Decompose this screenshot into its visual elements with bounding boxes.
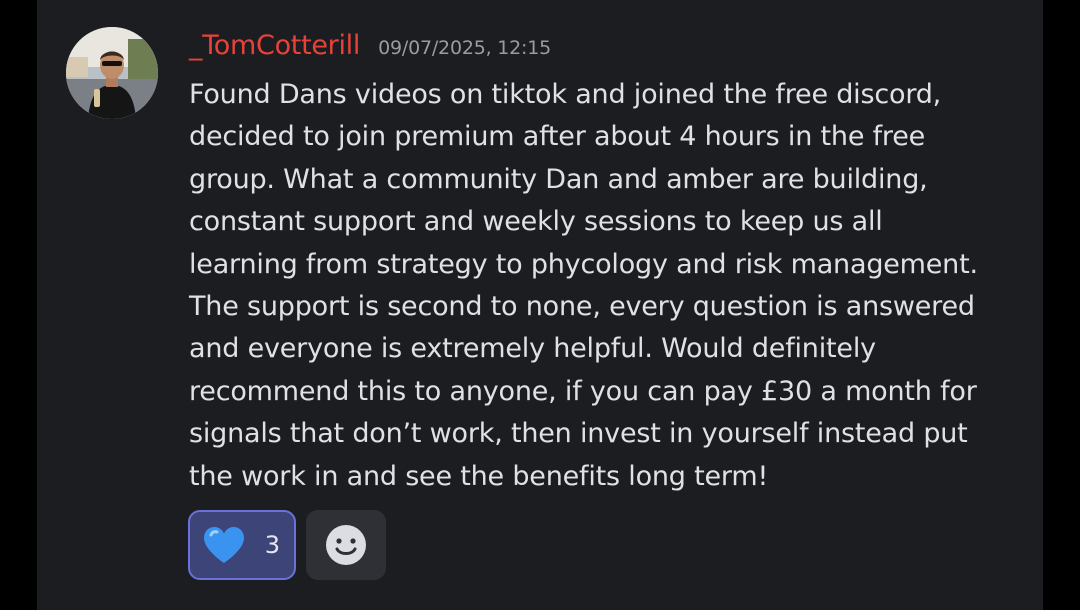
message-line: group. What a community Dan and amber ar… (189, 163, 928, 195)
reaction-blue-heart[interactable]: 3 (188, 510, 296, 580)
reactions-bar: 3 (188, 510, 386, 580)
message-line: signals that don’t work, then invest in … (189, 418, 968, 450)
message-line: learning from strategy to phycology and … (189, 248, 978, 280)
reaction-count: 3 (264, 531, 280, 559)
message-body: Found Dans videos on tiktok and joined t… (189, 74, 1029, 498)
message-line: constant support and weekly sessions to … (189, 206, 883, 238)
smiley-face-icon (326, 525, 366, 565)
message-container: _TomCotterill 09/07/2025, 12:15 Found Da… (37, 0, 1043, 610)
message-line: recommend this to anyone, if you can pay… (189, 375, 977, 407)
message-line: The support is second to none, every que… (189, 291, 975, 323)
avatar-photo (66, 27, 158, 119)
add-reaction-button[interactable] (306, 510, 386, 580)
message-header: _TomCotterill 09/07/2025, 12:15 (189, 30, 551, 70)
message-line: decided to join premium after about 4 ho… (189, 121, 926, 153)
message-line: Found Dans videos on tiktok and joined t… (189, 79, 942, 110)
avatar[interactable] (66, 27, 158, 119)
blue-heart-icon (204, 527, 244, 563)
message-line: the work in and see the benefits long te… (189, 460, 769, 492)
message-line: and everyone is extremely helpful. Would… (189, 333, 876, 365)
timestamp: 09/07/2025, 12:15 (378, 37, 552, 59)
username[interactable]: _TomCotterill (189, 30, 360, 61)
